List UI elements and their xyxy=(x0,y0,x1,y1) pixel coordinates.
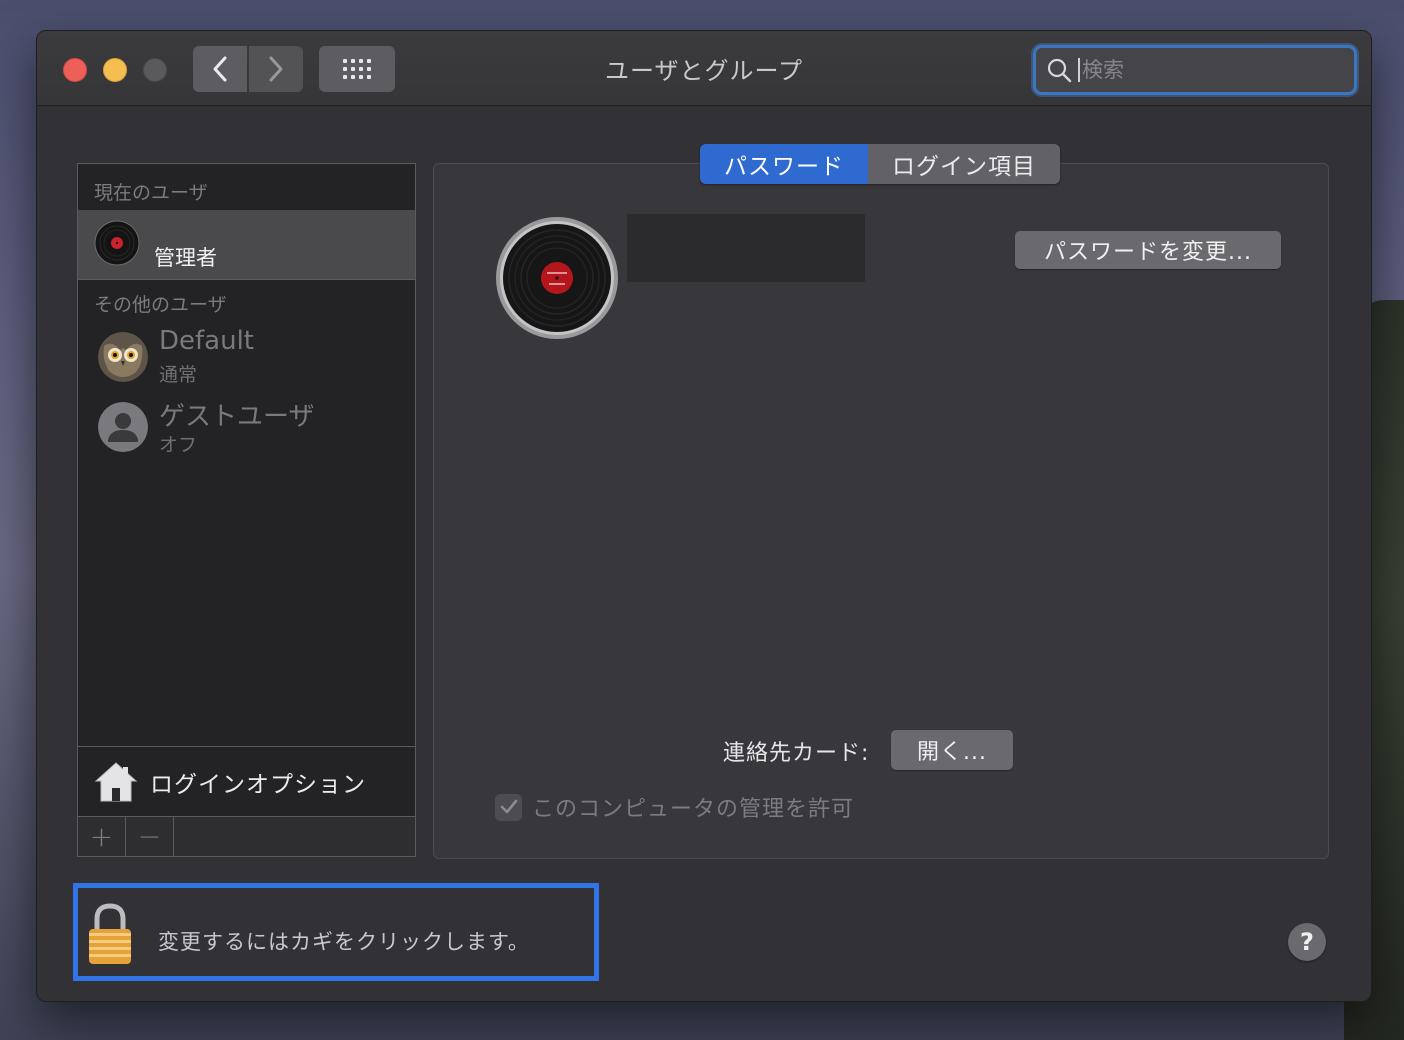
person-silhouette-avatar xyxy=(98,402,148,452)
current-user-name: 管理者 xyxy=(154,246,217,270)
contact-card-label: 連絡先カード: xyxy=(723,741,870,766)
search-input[interactable] xyxy=(1078,58,1338,82)
user-name-guest: ゲストユーザ xyxy=(159,402,315,432)
open-contact-card-button[interactable]: 開く... xyxy=(891,730,1013,770)
owl-avatar xyxy=(98,332,148,382)
checkbox-box[interactable] xyxy=(495,793,522,821)
user-name-box xyxy=(627,214,865,282)
lock-message: 変更するにはカギをクリックします。 xyxy=(158,930,530,954)
tab-password[interactable]: パスワード xyxy=(700,144,868,184)
user-name-default: Default xyxy=(159,326,254,356)
change-password-button[interactable]: パスワードを変更... xyxy=(1015,231,1281,269)
tab-login-items[interactable]: ログイン項目 xyxy=(868,144,1060,184)
search-field[interactable] xyxy=(1033,45,1357,95)
user-row-default[interactable]: Default 通常 xyxy=(78,324,415,394)
system-preferences-window: ユーザとグループ 現在のユーザ 管理者 その他のユーザ xyxy=(36,30,1372,1002)
help-button[interactable]: ? xyxy=(1288,923,1326,961)
other-users-header: その他のユーザ xyxy=(94,294,227,316)
add-user-button[interactable]: + xyxy=(78,817,126,856)
login-options-item[interactable]: ログインオプション xyxy=(78,746,415,816)
tab-bar: パスワード ログイン項目 xyxy=(700,144,1060,184)
user-row-current[interactable]: 管理者 xyxy=(78,210,415,280)
login-options-label: ログインオプション xyxy=(150,771,366,798)
title-bar: ユーザとグループ xyxy=(37,31,1371,106)
remove-user-button[interactable]: − xyxy=(126,817,174,856)
list-footer-bar: + − xyxy=(78,816,415,856)
checkmark-icon xyxy=(500,799,517,814)
current-users-header: 現在のユーザ xyxy=(94,182,208,204)
user-picture[interactable] xyxy=(495,216,619,340)
house-icon xyxy=(94,761,138,801)
padlock-icon[interactable] xyxy=(86,902,134,966)
allow-admin-checkbox[interactable]: このコンピュータの管理を許可 xyxy=(495,791,854,823)
lock-highlight: 変更するにはカギをクリックします。 xyxy=(73,883,599,981)
user-status-guest: オフ xyxy=(159,434,198,456)
allow-admin-label: このコンピュータの管理を許可 xyxy=(532,797,855,822)
user-status-default: 通常 xyxy=(159,364,198,386)
user-list: 現在のユーザ 管理者 その他のユーザ Default 通常 ゲストユーザ オフ … xyxy=(77,163,416,857)
search-icon xyxy=(1047,58,1072,83)
vinyl-record-avatar xyxy=(94,220,140,266)
user-row-guest[interactable]: ゲストユーザ オフ xyxy=(78,394,415,464)
